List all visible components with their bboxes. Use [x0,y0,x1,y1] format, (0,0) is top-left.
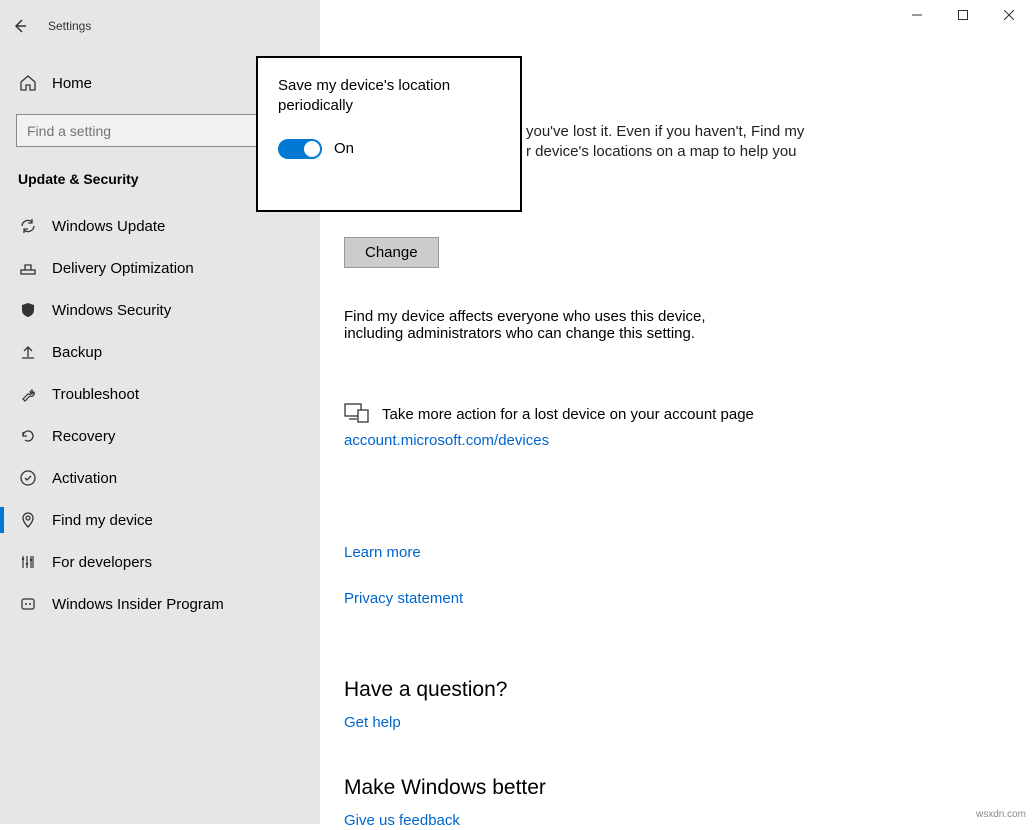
sidebar-item-backup[interactable]: Backup [0,331,320,373]
sidebar-item-label: Delivery Optimization [52,260,194,277]
popup-title: Save my device's location periodically [278,76,500,117]
sidebar-item-label: Windows Security [52,302,171,319]
sidebar-item-label: Find my device [52,512,153,529]
get-help-link[interactable]: Get help [344,714,401,731]
sidebar-item-label: Activation [52,470,117,487]
have-a-question-heading: Have a question? [344,678,1032,702]
sidebar-home-label: Home [52,75,92,92]
arrow-left-icon [12,18,28,34]
minimize-button[interactable] [894,0,940,30]
device-action-text: Take more action for a lost device on yo… [382,406,754,423]
learn-more-link[interactable]: Learn more [344,544,421,561]
sync-icon [18,217,38,235]
backup-icon [18,343,38,361]
home-icon [18,74,38,92]
intro-text-line1: you've lost it. Even if you haven't, Fin… [526,122,986,142]
window-title: Settings [48,19,91,33]
sidebar-item-label: Backup [52,344,102,361]
maximize-icon [958,10,968,20]
sidebar-item-delivery-optimization[interactable]: Delivery Optimization [0,247,320,289]
check-circle-icon [18,469,38,487]
maximize-button[interactable] [940,0,986,30]
make-windows-better-heading: Make Windows better [344,776,1032,800]
shield-icon [18,301,38,319]
delivery-icon [18,259,38,277]
toggle-state-label: On [334,140,354,157]
insider-icon [18,595,38,613]
sidebar-item-windows-insider[interactable]: Windows Insider Program [0,583,320,625]
change-button[interactable]: Change [344,237,439,268]
account-devices-link[interactable]: account.microsoft.com/devices [344,432,549,449]
sidebar-item-troubleshoot[interactable]: Troubleshoot [0,373,320,415]
location-save-popup: Save my device's location periodically O… [256,56,522,212]
watermark: wsxdn.com [976,809,1026,820]
sidebar-item-label: Troubleshoot [52,386,139,403]
sidebar-nav: Windows Update Delivery Optimization Win… [0,205,320,625]
sidebar-item-label: Windows Update [52,218,165,235]
sidebar-item-label: For developers [52,554,152,571]
sidebar-item-label: Windows Insider Program [52,596,224,613]
sidebar-item-find-my-device[interactable]: Find my device [0,499,320,541]
privacy-statement-link[interactable]: Privacy statement [344,590,463,607]
recovery-icon [18,427,38,445]
devices-icon [344,402,370,428]
intro-text-line2: r device's locations on a map to help yo… [526,142,986,162]
give-feedback-link[interactable]: Give us feedback [344,812,460,829]
close-icon [1004,10,1014,20]
wrench-icon [18,385,38,403]
location-save-toggle[interactable] [278,139,322,159]
sidebar-item-for-developers[interactable]: For developers [0,541,320,583]
sidebar-item-recovery[interactable]: Recovery [0,415,320,457]
back-button[interactable] [0,18,40,34]
developers-icon [18,553,38,571]
close-button[interactable] [986,0,1032,30]
find-my-device-description: Find my device affects everyone who uses… [344,308,764,342]
sidebar-item-windows-security[interactable]: Windows Security [0,289,320,331]
minimize-icon [912,10,922,20]
location-icon [18,511,38,529]
sidebar-item-label: Recovery [52,428,115,445]
sidebar-item-activation[interactable]: Activation [0,457,320,499]
